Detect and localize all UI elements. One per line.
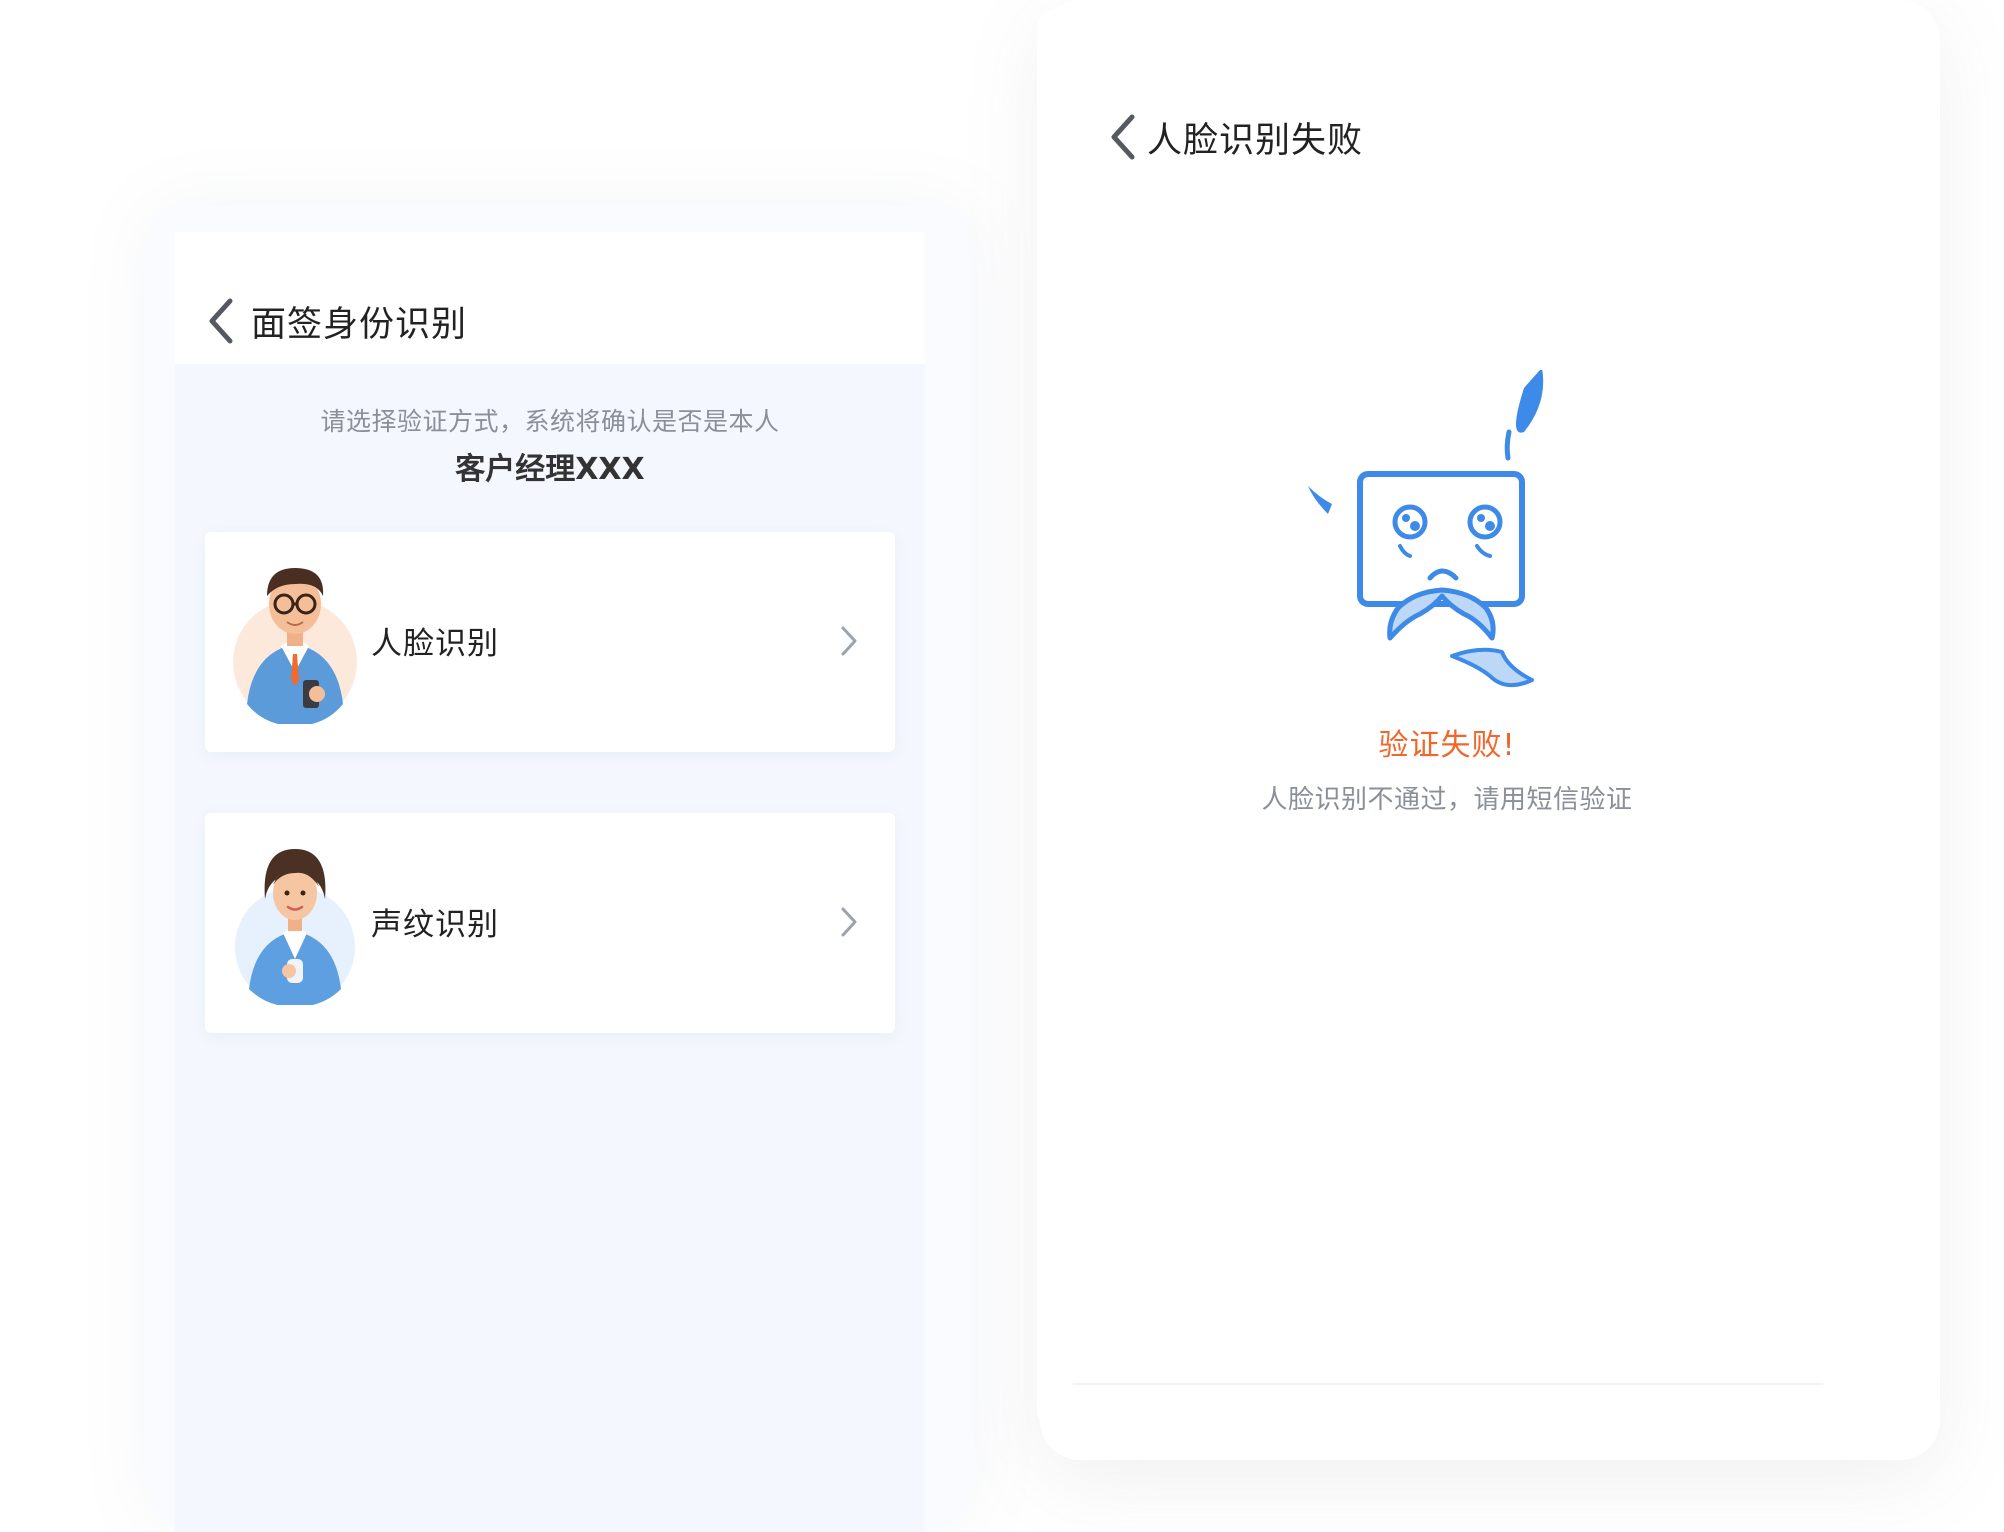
male-manager-avatar-icon xyxy=(233,568,357,724)
divider xyxy=(1073,1383,1823,1385)
back-button[interactable] xyxy=(1101,112,1145,162)
failure-title: 验证失败! xyxy=(1378,728,1516,763)
failure-description: 人脸识别不通过，请用短信验证 xyxy=(1261,785,1633,815)
back-arrow-icon xyxy=(209,298,233,344)
back-button[interactable] xyxy=(199,296,243,346)
chevron-right-icon xyxy=(841,626,857,656)
crying-face-icon xyxy=(1308,370,1544,688)
option-label: 声纹识别 xyxy=(371,907,499,943)
chevron-right-icon xyxy=(841,907,857,937)
voiceprint-recognition-option[interactable]: 声纹识别 xyxy=(205,813,895,1033)
manager-name: 客户经理XXX xyxy=(455,452,645,487)
identity-verification-screen: 面签身份识别 请选择验证方式，系统将确认是否是本人 客户经理XXX 人脸识别 声… xyxy=(175,232,925,1532)
face-recognition-option[interactable]: 人脸识别 xyxy=(205,532,895,752)
option-label: 人脸识别 xyxy=(371,626,499,662)
nav-bar: 面签身份识别 xyxy=(175,232,925,364)
verification-prompt: 请选择验证方式，系统将确认是否是本人 xyxy=(320,407,780,436)
page-title: 人脸识别失败 xyxy=(1147,121,1364,161)
face-recognition-failed-screen: 人脸识别失败 验证失败! 人脸识别不通过，请用短信验证 xyxy=(1037,8,1857,1430)
page-title: 面签身份识别 xyxy=(251,305,468,345)
back-arrow-icon xyxy=(1111,114,1135,160)
female-manager-avatar-icon xyxy=(235,849,355,1005)
